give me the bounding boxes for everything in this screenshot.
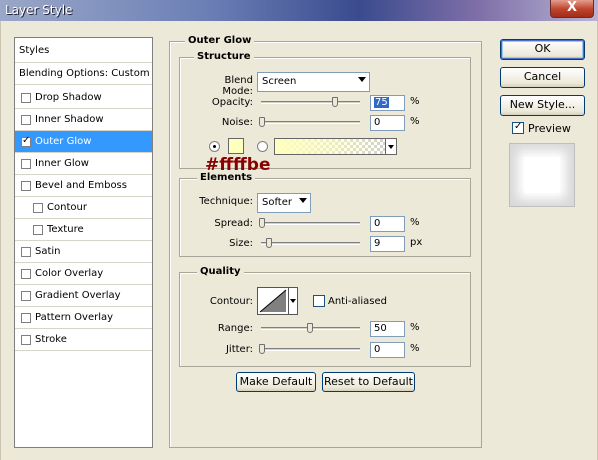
jitter-input[interactable]: 0 <box>370 342 405 358</box>
style-item-outer-glow[interactable]: Outer Glow <box>15 131 152 153</box>
blend-mode-label: Blend Mode: <box>222 75 253 97</box>
style-item-inner-shadow[interactable]: Inner Shadow <box>15 109 152 131</box>
preview-checkbox[interactable] <box>512 121 524 134</box>
noise-input[interactable]: 0 <box>370 115 405 131</box>
noise-slider[interactable] <box>261 121 360 124</box>
window-title: Layer Style <box>5 3 73 17</box>
solid-color-radio[interactable] <box>209 141 220 152</box>
noise-slider-handle[interactable] <box>259 117 265 127</box>
style-item-drop-shadow[interactable]: Drop Shadow <box>15 87 152 109</box>
contour-curve-icon <box>259 289 287 313</box>
texture-checkbox[interactable] <box>33 224 43 235</box>
size-label: Size: <box>229 238 253 249</box>
opacity-slider[interactable] <box>261 101 360 104</box>
pattern-overlay-checkbox[interactable] <box>21 312 31 323</box>
bevel-emboss-checkbox[interactable] <box>21 180 31 191</box>
size-slider[interactable] <box>261 242 360 245</box>
opacity-input[interactable]: 75 <box>370 95 405 111</box>
opacity-label: Opacity: <box>211 97 253 108</box>
satin-checkbox[interactable] <box>21 246 31 257</box>
preview-glow-swatch <box>524 157 560 193</box>
jitter-slider[interactable] <box>261 348 360 351</box>
size-input[interactable]: 9 <box>370 236 405 252</box>
make-default-button[interactable]: Make Default <box>236 372 316 392</box>
style-item-satin[interactable]: Satin <box>15 241 152 263</box>
noise-label: Noise: <box>221 117 253 128</box>
spread-slider-handle[interactable] <box>259 218 265 228</box>
reset-to-default-button[interactable]: Reset to Default <box>322 372 415 392</box>
inner-glow-checkbox[interactable] <box>21 158 31 169</box>
chevron-down-icon <box>299 198 307 203</box>
style-item-color-overlay[interactable]: Color Overlay <box>15 263 152 285</box>
range-input[interactable]: 50 <box>370 321 405 337</box>
drop-shadow-checkbox[interactable] <box>21 92 31 103</box>
inner-shadow-checkbox[interactable] <box>21 114 31 125</box>
opacity-unit: % <box>410 96 420 107</box>
structure-title: Structure <box>194 51 254 62</box>
style-item-gradient-overlay[interactable]: Gradient Overlay <box>15 285 152 307</box>
range-label: Range: <box>217 323 253 334</box>
style-item-bevel-emboss[interactable]: Bevel and Emboss <box>15 175 152 197</box>
range-slider-handle[interactable] <box>307 323 313 333</box>
spread-slider[interactable] <box>261 222 360 225</box>
color-overlay-checkbox[interactable] <box>21 268 31 279</box>
range-unit: % <box>410 322 420 333</box>
outer-glow-title: Outer Glow <box>185 35 255 46</box>
technique-dropdown[interactable]: Softer <box>257 193 311 213</box>
new-style-button[interactable]: New Style... <box>500 95 585 116</box>
spread-unit: % <box>410 217 420 228</box>
elements-title: Elements <box>197 172 256 183</box>
contour-dropdown-icon[interactable] <box>288 287 298 315</box>
ok-button[interactable]: OK <box>500 39 585 60</box>
glow-color-swatch[interactable] <box>228 138 244 154</box>
outer-glow-checkbox[interactable] <box>21 135 31 147</box>
size-unit: px <box>410 237 423 248</box>
blending-options-item[interactable]: Blending Options: Custom <box>15 63 152 85</box>
styles-list: Styles Blending Options: Custom Drop Sha… <box>14 37 153 448</box>
jitter-label: Jitter: <box>225 344 253 355</box>
jitter-unit: % <box>410 343 420 354</box>
contour-label: Contour: <box>209 296 253 307</box>
title-bar: Layer Style X <box>0 0 598 21</box>
quality-title: Quality <box>197 266 244 277</box>
cancel-button[interactable]: Cancel <box>500 67 585 88</box>
style-preview-thumbnail <box>509 143 575 207</box>
style-item-inner-glow[interactable]: Inner Glow <box>15 153 152 175</box>
anti-aliased-checkbox[interactable] <box>313 295 325 307</box>
style-item-contour[interactable]: Contour <box>15 197 152 219</box>
style-item-texture[interactable]: Texture <box>15 219 152 241</box>
jitter-slider-handle[interactable] <box>259 344 265 354</box>
spread-input[interactable]: 0 <box>370 216 405 232</box>
preview-label: Preview <box>528 122 571 135</box>
gradient-dropdown-icon[interactable] <box>385 138 397 155</box>
spread-label: Spread: <box>214 218 253 229</box>
styles-header[interactable]: Styles <box>15 38 152 63</box>
noise-unit: % <box>410 116 420 127</box>
glow-gradient-picker[interactable] <box>274 138 390 155</box>
technique-label: Technique: <box>199 196 253 207</box>
contour-picker[interactable] <box>257 287 289 315</box>
size-slider-handle[interactable] <box>266 238 272 248</box>
style-item-stroke[interactable]: Stroke <box>15 329 152 351</box>
close-button[interactable]: X <box>550 0 594 18</box>
stroke-checkbox[interactable] <box>21 334 31 345</box>
contour-checkbox[interactable] <box>33 202 43 213</box>
opacity-slider-handle[interactable] <box>332 97 338 107</box>
chevron-down-icon <box>358 77 366 82</box>
blend-mode-dropdown[interactable]: Screen <box>257 72 370 92</box>
gradient-overlay-checkbox[interactable] <box>21 290 31 301</box>
gradient-radio[interactable] <box>257 141 268 152</box>
style-item-pattern-overlay[interactable]: Pattern Overlay <box>15 307 152 329</box>
anti-aliased-label: Anti-aliased <box>328 296 388 307</box>
